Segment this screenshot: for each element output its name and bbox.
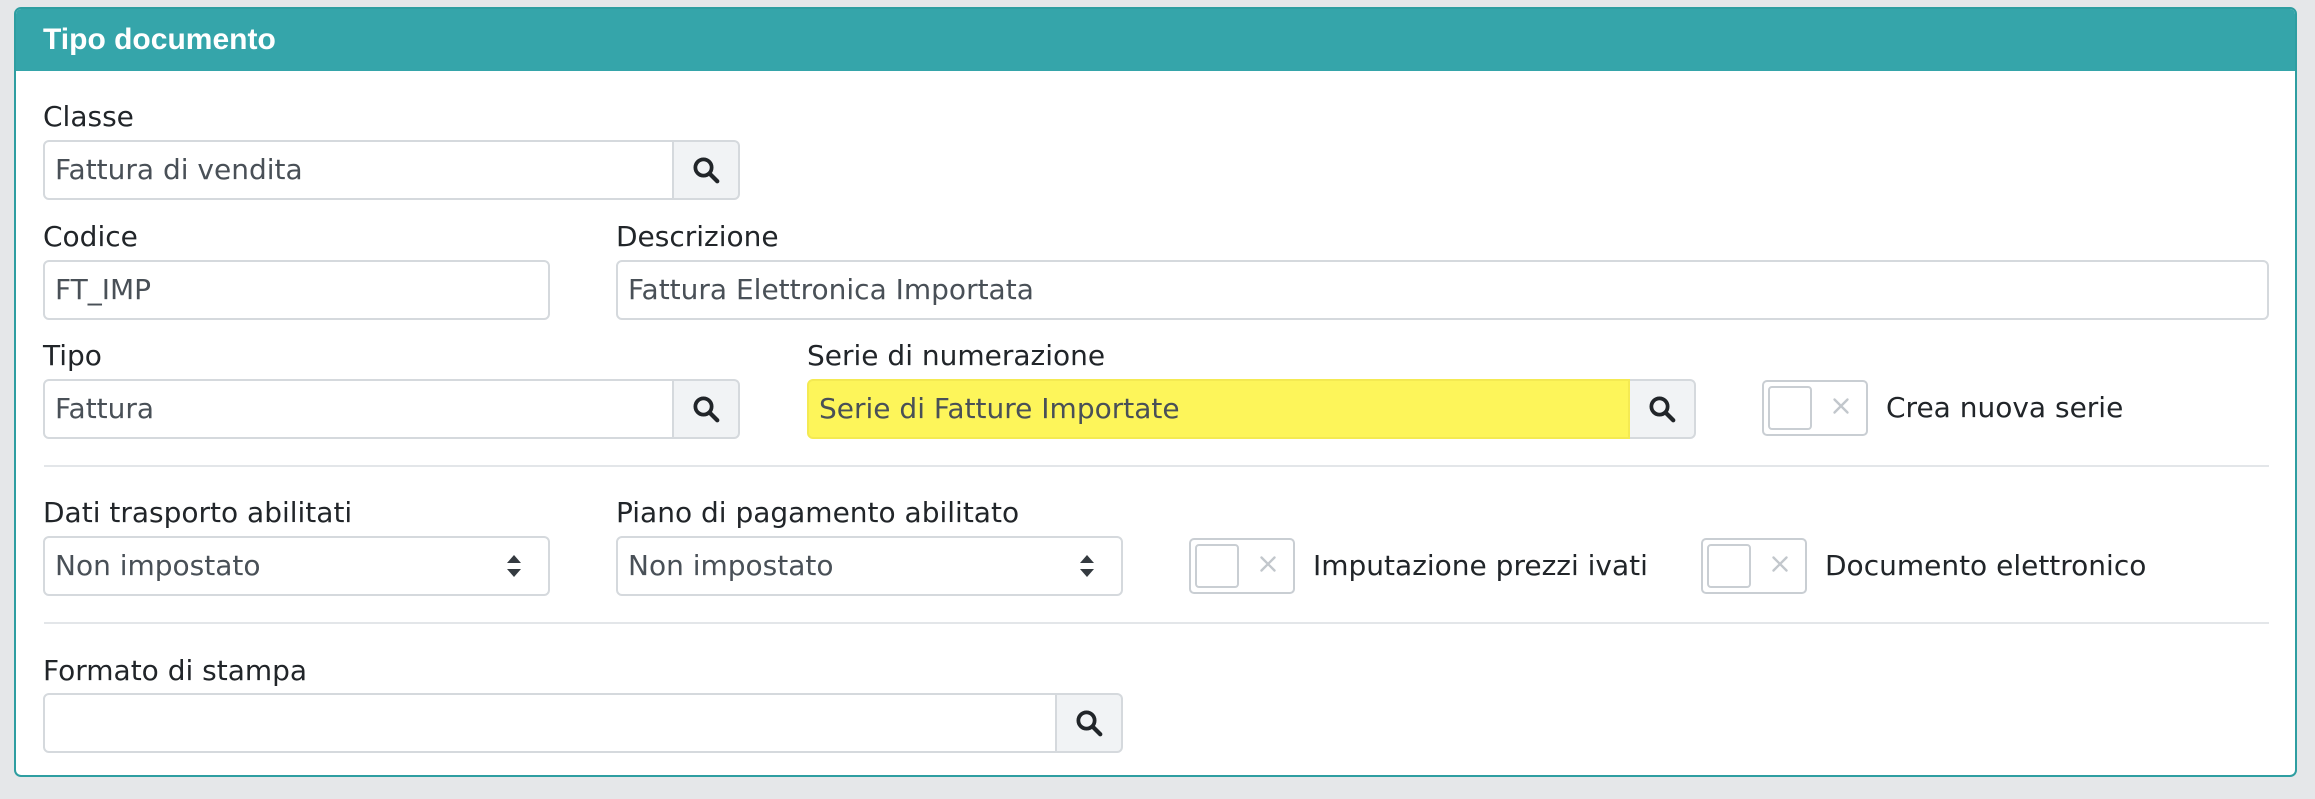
toggle-knob (1707, 544, 1751, 588)
piano-pagamento-value: Non impostato (628, 549, 834, 582)
tipo-search-button[interactable] (674, 379, 740, 439)
sort-caret-icon (507, 555, 521, 577)
serie-input[interactable]: Serie di Fatture Importate (807, 379, 1630, 439)
formato-stampa-label: Formato di stampa (43, 654, 308, 687)
crea-nuova-serie-toggle[interactable] (1762, 380, 1868, 436)
classe-search-button[interactable] (674, 140, 740, 200)
toggle-knob (1195, 544, 1239, 588)
close-icon (1833, 398, 1849, 414)
documento-elettronico-toggle[interactable] (1701, 538, 1807, 594)
descrizione-label: Descrizione (616, 220, 779, 253)
panel-title: Tipo documento (16, 9, 2295, 71)
search-icon (1649, 396, 1676, 423)
classe-input[interactable]: Fattura di vendita (43, 140, 674, 200)
search-icon (693, 157, 720, 184)
serie-search-button[interactable] (1630, 379, 1696, 439)
codice-input[interactable]: FT_IMP (43, 260, 550, 320)
piano-pagamento-select[interactable]: Non impostato (616, 536, 1123, 596)
sort-caret-icon (1080, 555, 1094, 577)
documento-elettronico-label: Documento elettronico (1825, 549, 2147, 582)
search-icon (1076, 710, 1103, 737)
divider (44, 465, 2269, 467)
descrizione-input[interactable]: Fattura Elettronica Importata (616, 260, 2269, 320)
tipo-label: Tipo (43, 339, 102, 372)
crea-nuova-serie-label: Crea nuova serie (1886, 391, 2124, 424)
imputazione-prezzi-label: Imputazione prezzi ivati (1313, 549, 1648, 582)
dati-trasporto-value: Non impostato (55, 549, 261, 582)
tipo-documento-panel: Tipo documento Classe Fattura di vendita… (14, 7, 2297, 777)
codice-label: Codice (43, 220, 138, 253)
search-icon (693, 396, 720, 423)
close-icon (1772, 556, 1788, 572)
piano-pagamento-label: Piano di pagamento abilitato (616, 496, 1020, 529)
formato-stampa-search-button[interactable] (1057, 693, 1123, 753)
close-icon (1260, 556, 1276, 572)
dati-trasporto-label: Dati trasporto abilitati (43, 496, 353, 529)
serie-label: Serie di numerazione (807, 339, 1106, 372)
classe-label: Classe (43, 100, 134, 133)
imputazione-prezzi-toggle[interactable] (1189, 538, 1295, 594)
formato-stampa-input[interactable] (43, 693, 1057, 753)
divider (44, 622, 2269, 624)
tipo-input[interactable]: Fattura (43, 379, 674, 439)
dati-trasporto-select[interactable]: Non impostato (43, 536, 550, 596)
toggle-knob (1768, 386, 1812, 430)
